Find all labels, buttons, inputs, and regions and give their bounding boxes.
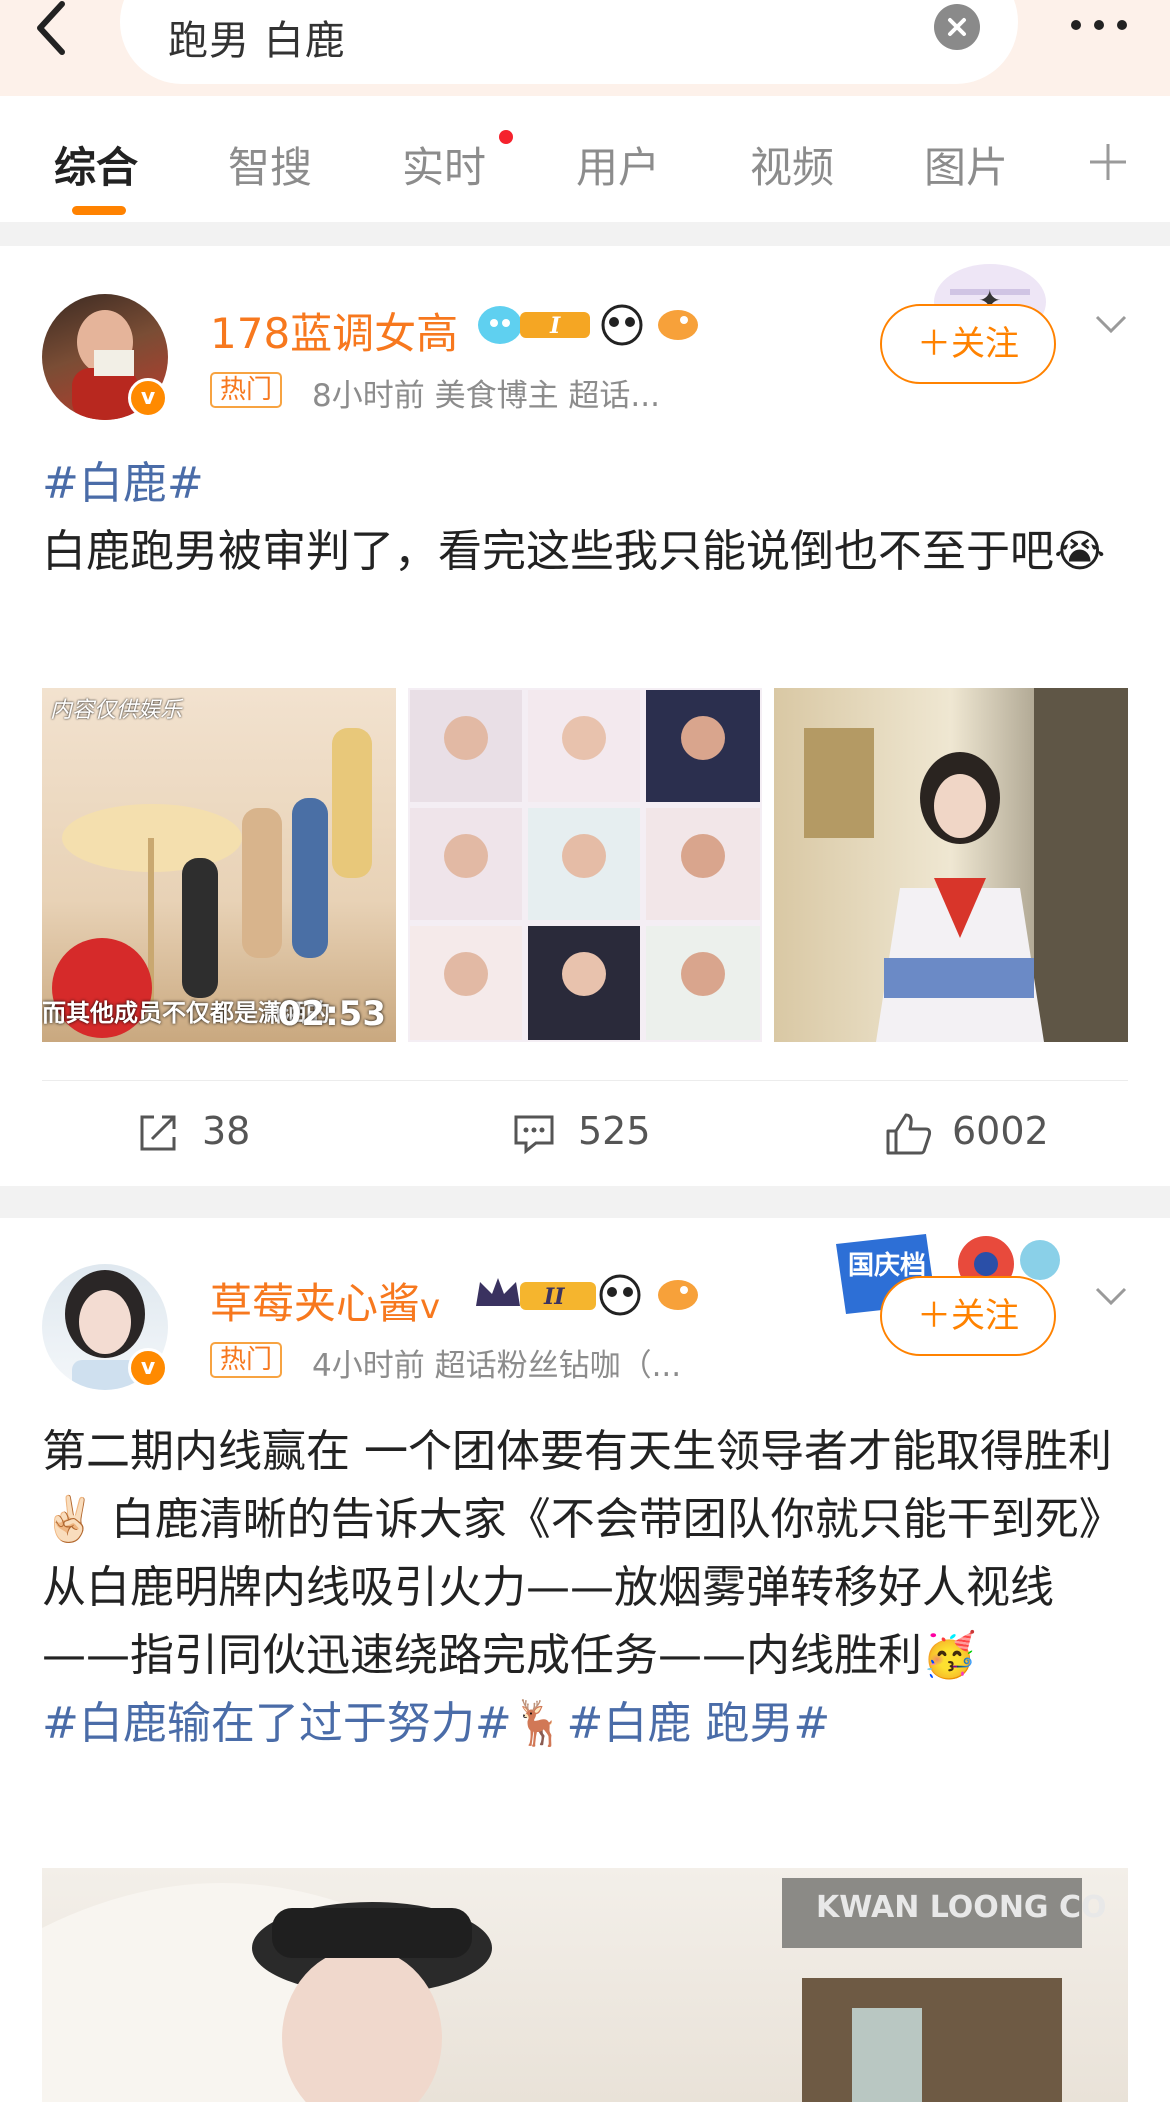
topic-link[interactable]: #白鹿# [42, 450, 1132, 518]
back-arrow-icon[interactable] [28, 0, 76, 60]
comment-count: 525 [578, 1109, 651, 1153]
section-divider [0, 1186, 1170, 1218]
post-meta: 8小时前 美食博主 超话... [312, 378, 660, 414]
user-badges: I [478, 304, 698, 346]
topic-link[interactable]: #白鹿 跑男# [567, 1698, 831, 1749]
verified-badge: v [128, 378, 168, 418]
repost-icon [140, 1115, 176, 1151]
clear-search-icon[interactable] [934, 4, 980, 50]
deer-emoji: 🦌 [511, 1698, 567, 1749]
follow-button[interactable]: ＋关注 [880, 1276, 1056, 1356]
vip-mark: v [420, 1287, 441, 1327]
image-sign-text: KWAN LOONG CO [816, 1890, 1107, 1925]
more-options-icon[interactable] [1068, 10, 1130, 40]
notification-dot [499, 130, 513, 144]
image-caption-top: 内容仅供娱乐 [50, 698, 183, 723]
tab-comprehensive[interactable]: 综合 [54, 134, 138, 195]
post-image[interactable] [774, 688, 1128, 1042]
like-button[interactable]: 6002 [884, 1109, 1084, 1159]
post-text: 第二期内线赢在 一个团体要有天生领导者才能取得胜利✌🏻 白鹿清晰的告诉大家《不会… [42, 1418, 1132, 1758]
post-card[interactable]: v 178蓝调女高 I 热门 8小时前 美食博主 超话... ✦ ＋关注 #白鹿… [0, 246, 1170, 1186]
hot-tag: 热门 [210, 372, 283, 408]
post-action-bar: 38 525 6002 [42, 1080, 1128, 1190]
post-image[interactable]: 内容仅供娱乐 而其他成员不仅都是潇洒的 02:53 [42, 688, 396, 1042]
topic-link[interactable]: #白鹿输在了过于努力# [42, 1698, 512, 1749]
post-image[interactable]: KWAN LOONG CO [42, 1868, 1128, 2102]
comment-button[interactable]: 525 [512, 1109, 692, 1159]
verified-badge: v [128, 1348, 168, 1388]
search-input[interactable]: 跑男 白鹿 [120, 0, 1018, 84]
username[interactable]: 178蓝调女高 [210, 300, 458, 361]
username[interactable]: 草莓夹心酱v [210, 1270, 440, 1331]
tab-videos[interactable]: 视频 [750, 134, 834, 195]
tab-smart-search[interactable]: 智搜 [228, 134, 312, 195]
svg-text:II: II [543, 1284, 565, 1310]
post-card[interactable]: v 草莓夹心酱v II 热门 4小时前 超话粉丝钻咖（... 国庆档 ＋关注 第… [0, 1218, 1170, 2102]
chevron-down-icon[interactable] [1094, 312, 1128, 336]
repost-count: 38 [202, 1109, 251, 1153]
tab-realtime[interactable]: 实时 [402, 134, 486, 195]
follow-button[interactable]: ＋关注 [880, 304, 1056, 384]
chevron-down-icon[interactable] [1094, 1284, 1128, 1308]
search-tabs: 综合 智搜 实时 用户 视频 图片 [0, 96, 1170, 222]
svg-text:I: I [549, 313, 561, 339]
section-divider [0, 222, 1170, 246]
comment-icon [514, 1115, 554, 1155]
post-meta: 4小时前 超话粉丝钻咖（... [312, 1348, 682, 1384]
post-body-line: 从白鹿明牌内线吸引火力——放烟雾弹转移好人视线——指引同伙迅速绕路完成任务——内… [42, 1562, 1054, 1681]
post-text: #白鹿# 白鹿跑男被审判了，看完这些我只能说倒也不至于吧😭 [42, 450, 1132, 586]
user-badges: II [476, 1274, 698, 1316]
like-count: 6002 [952, 1109, 1049, 1153]
active-tab-indicator [72, 206, 126, 215]
tab-users[interactable]: 用户 [576, 134, 660, 195]
tab-images[interactable]: 图片 [924, 134, 1008, 195]
add-tab-icon[interactable] [1086, 140, 1130, 184]
search-query-text: 跑男 白鹿 [168, 18, 346, 64]
search-header: 跑男 白鹿 [0, 0, 1170, 96]
like-thumb-icon [886, 1113, 932, 1155]
hot-tag: 热门 [210, 1342, 283, 1378]
video-duration: 02:53 [277, 994, 386, 1034]
post-body: 白鹿跑男被审判了，看完这些我只能说倒也不至于吧😭 [42, 526, 1106, 577]
repost-button[interactable]: 38 [136, 1109, 316, 1159]
post-image[interactable] [408, 688, 762, 1042]
post-body-line: 第二期内线赢在 一个团体要有天生领导者才能取得胜利✌🏻 白鹿清晰的告诉大家《不会… [42, 1426, 1123, 1545]
